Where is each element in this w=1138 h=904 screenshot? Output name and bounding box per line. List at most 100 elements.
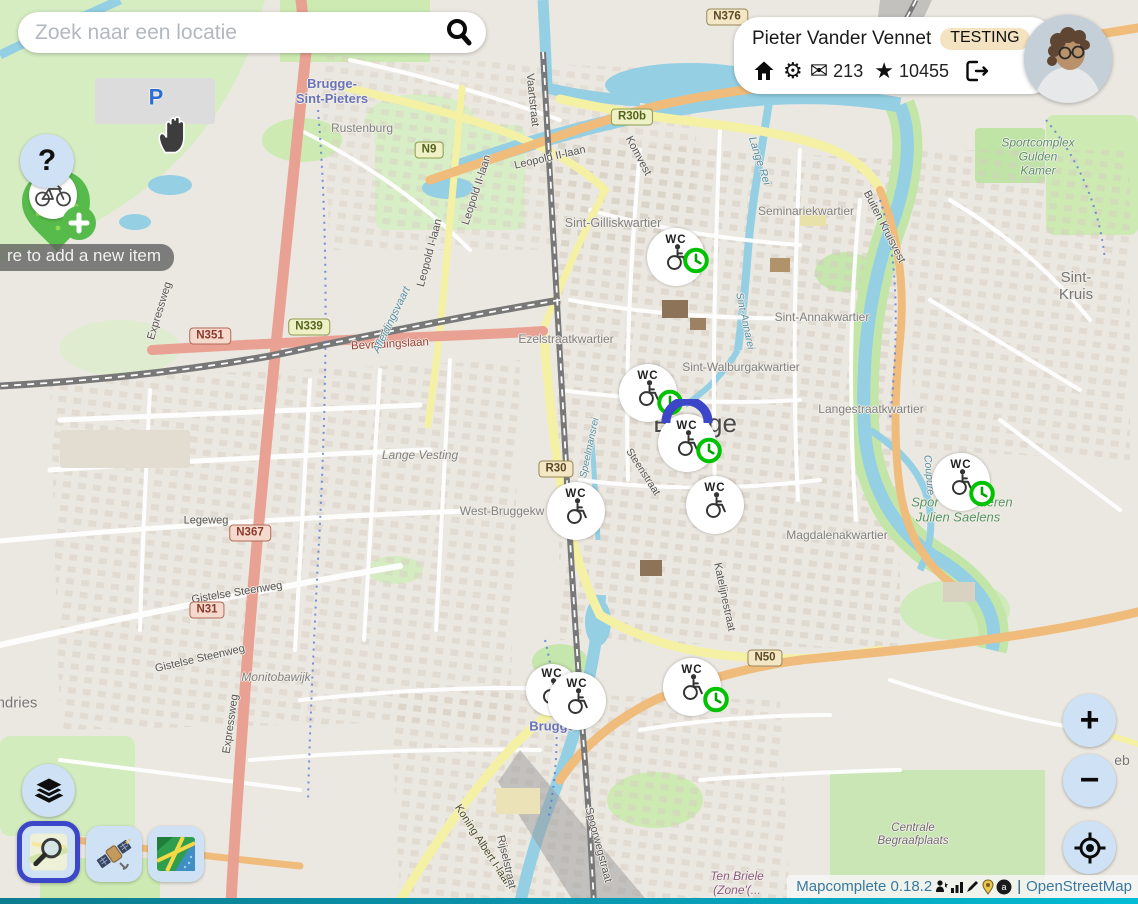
attribution-icons: a bbox=[935, 879, 1012, 895]
changeset-count: 10455 bbox=[899, 61, 949, 82]
map-label: Expressweg bbox=[221, 693, 242, 754]
parking-symbol: P bbox=[149, 84, 164, 109]
mini-marker-icon bbox=[981, 879, 995, 895]
geolocate-crosshair-icon bbox=[1073, 831, 1107, 865]
user-name: Pieter Vander Vennet bbox=[752, 28, 931, 50]
attribution-bar: Mapcomplete 0.18.2 a | OpenStreetMap bbox=[787, 875, 1138, 898]
map-label: Leopold I-laan bbox=[415, 218, 445, 289]
location-search-bar bbox=[18, 12, 486, 53]
map-label: Sint-Annakwartier bbox=[775, 311, 870, 325]
map-label: Sint-Walburgakwartier bbox=[682, 361, 800, 375]
zoom-in-button[interactable]: + bbox=[1063, 694, 1116, 747]
road-badge-r30: R30 bbox=[538, 461, 573, 478]
road-badge-n339: N339 bbox=[288, 319, 330, 336]
opening-hours-clock-icon bbox=[703, 686, 730, 713]
settings-gear-icon[interactable]: ⚙ bbox=[783, 60, 803, 82]
map-label: Rustenburg bbox=[331, 122, 393, 136]
road-badge-r30b: R30b bbox=[611, 109, 653, 126]
map-label: Komvest bbox=[622, 134, 653, 178]
map-label: Monitobawijk bbox=[241, 671, 310, 685]
map-label: Legeweg bbox=[184, 515, 229, 528]
messages-envelope-icon[interactable]: ✉ bbox=[810, 60, 828, 82]
map-label: Sint-Gilliskwartier bbox=[565, 216, 662, 230]
search-input[interactable] bbox=[18, 21, 442, 45]
testing-badge: TESTING bbox=[940, 28, 1029, 50]
map-label: Gistelse Steenweg bbox=[154, 643, 246, 676]
wheelchair-icon bbox=[563, 497, 590, 524]
basemap-style-osm-selected[interactable] bbox=[17, 821, 80, 883]
opening-hours-clock-icon bbox=[696, 437, 723, 464]
search-icon[interactable] bbox=[442, 16, 476, 50]
map-label: ndries bbox=[0, 694, 37, 711]
wheelchair-icon bbox=[679, 673, 706, 700]
mapcomplete-version-link[interactable]: Mapcomplete 0.18.2 bbox=[796, 878, 932, 895]
opening-hours-badge bbox=[696, 437, 723, 469]
map-label: Gistelse Steenweg bbox=[191, 580, 284, 607]
satellite-icon bbox=[93, 833, 135, 875]
opening-hours-badge bbox=[683, 247, 710, 279]
map-label: Koning Albert I-laan bbox=[452, 802, 515, 889]
geolocate-button[interactable] bbox=[1063, 821, 1116, 874]
map-label: Ezelstraatkwartier bbox=[518, 333, 613, 347]
layers-icon bbox=[31, 775, 67, 807]
map-label: Lange Rei bbox=[745, 135, 773, 187]
avatar-photo bbox=[1024, 15, 1112, 103]
selected-marker-arc bbox=[661, 399, 713, 423]
zoom-out-button[interactable]: − bbox=[1063, 754, 1116, 807]
station-label: Brugge- Sint-Pieters bbox=[296, 77, 368, 107]
wc-marker-bubble: WC bbox=[686, 476, 744, 534]
map-label: Langestraatkwartier bbox=[818, 403, 923, 417]
user-avatar[interactable] bbox=[1024, 15, 1112, 103]
home-icon[interactable] bbox=[752, 59, 776, 83]
map-label: Speelmansrei bbox=[578, 417, 602, 479]
colored-map-icon bbox=[155, 833, 197, 875]
logout-icon[interactable] bbox=[964, 59, 990, 83]
map-label: Julien Saelens bbox=[916, 511, 1001, 526]
map-label: Katelijnestraat bbox=[711, 562, 738, 633]
opening-hours-clock-icon bbox=[683, 247, 710, 274]
opening-hours-badge bbox=[703, 686, 730, 718]
map-label: Afleidingsvaart bbox=[371, 285, 414, 355]
road-badge-n50: N50 bbox=[747, 650, 782, 667]
road-badge-n351: N351 bbox=[189, 328, 231, 345]
map-label: Ten Briele (Zone'(... bbox=[710, 870, 764, 898]
star-icon: ★ bbox=[874, 60, 894, 82]
road-badge-n31: N31 bbox=[189, 602, 224, 619]
map-label: Centrale Begraafplaats bbox=[878, 822, 949, 848]
map-label: Leopold II-laan bbox=[513, 144, 587, 173]
road-badge-n367: N367 bbox=[229, 525, 271, 542]
pencil-icon bbox=[965, 879, 980, 894]
opening-hours-clock-icon bbox=[969, 480, 996, 507]
user-panel: Pieter Vander Vennet TESTING ⚙ ✉ 213 ★ 1… bbox=[734, 17, 1056, 94]
map-label: eb bbox=[1114, 752, 1130, 768]
map-label: Steenstraat bbox=[623, 446, 662, 498]
openstreetmap-link[interactable]: OpenStreetMap bbox=[1026, 878, 1132, 895]
map-annotation-layer: N376R30bN9N339N351R30N367N31N50BruggeBru… bbox=[0, 0, 1138, 904]
wheelchair-icon bbox=[564, 687, 591, 714]
basemap-style-map[interactable] bbox=[148, 826, 204, 882]
map-label: Bevrijdingslaan bbox=[351, 336, 430, 353]
map-label: Rijselstraat bbox=[494, 834, 519, 890]
wc-marker-bubble: WC bbox=[547, 482, 605, 540]
map-label: Lange Vesting bbox=[382, 449, 458, 463]
map-label: Sportcomplex Gulden Kamer bbox=[1001, 136, 1074, 177]
map-label: Spoorwegstraat bbox=[582, 806, 614, 884]
copyright-circle-icon: a bbox=[996, 879, 1012, 895]
map-label: Magdalenakwartier bbox=[786, 529, 887, 543]
user-stats-icon bbox=[935, 879, 949, 894]
wheelchair-icon bbox=[702, 491, 729, 518]
map-label: Spor bbox=[911, 496, 938, 511]
stats-chart-icon bbox=[950, 879, 964, 894]
bottom-accent-strip bbox=[0, 898, 1138, 904]
help-button[interactable]: ? bbox=[20, 134, 74, 188]
map-label: Sint-Kruis bbox=[1045, 269, 1107, 304]
map-label: Sint-Annarei bbox=[733, 291, 757, 350]
add-new-item-button[interactable] bbox=[62, 206, 96, 240]
wc-marker-bubble: WC bbox=[548, 672, 606, 730]
map-label: Seminariekwartier bbox=[758, 205, 854, 219]
map-label: Buiten Kruisvest bbox=[860, 189, 907, 266]
plus-icon bbox=[68, 212, 90, 234]
layers-button[interactable] bbox=[22, 764, 75, 817]
basemap-style-satellite[interactable] bbox=[86, 826, 142, 882]
mapcomplete-app: N376R30bN9N339N351R30N367N31N50BruggeBru… bbox=[0, 0, 1138, 904]
